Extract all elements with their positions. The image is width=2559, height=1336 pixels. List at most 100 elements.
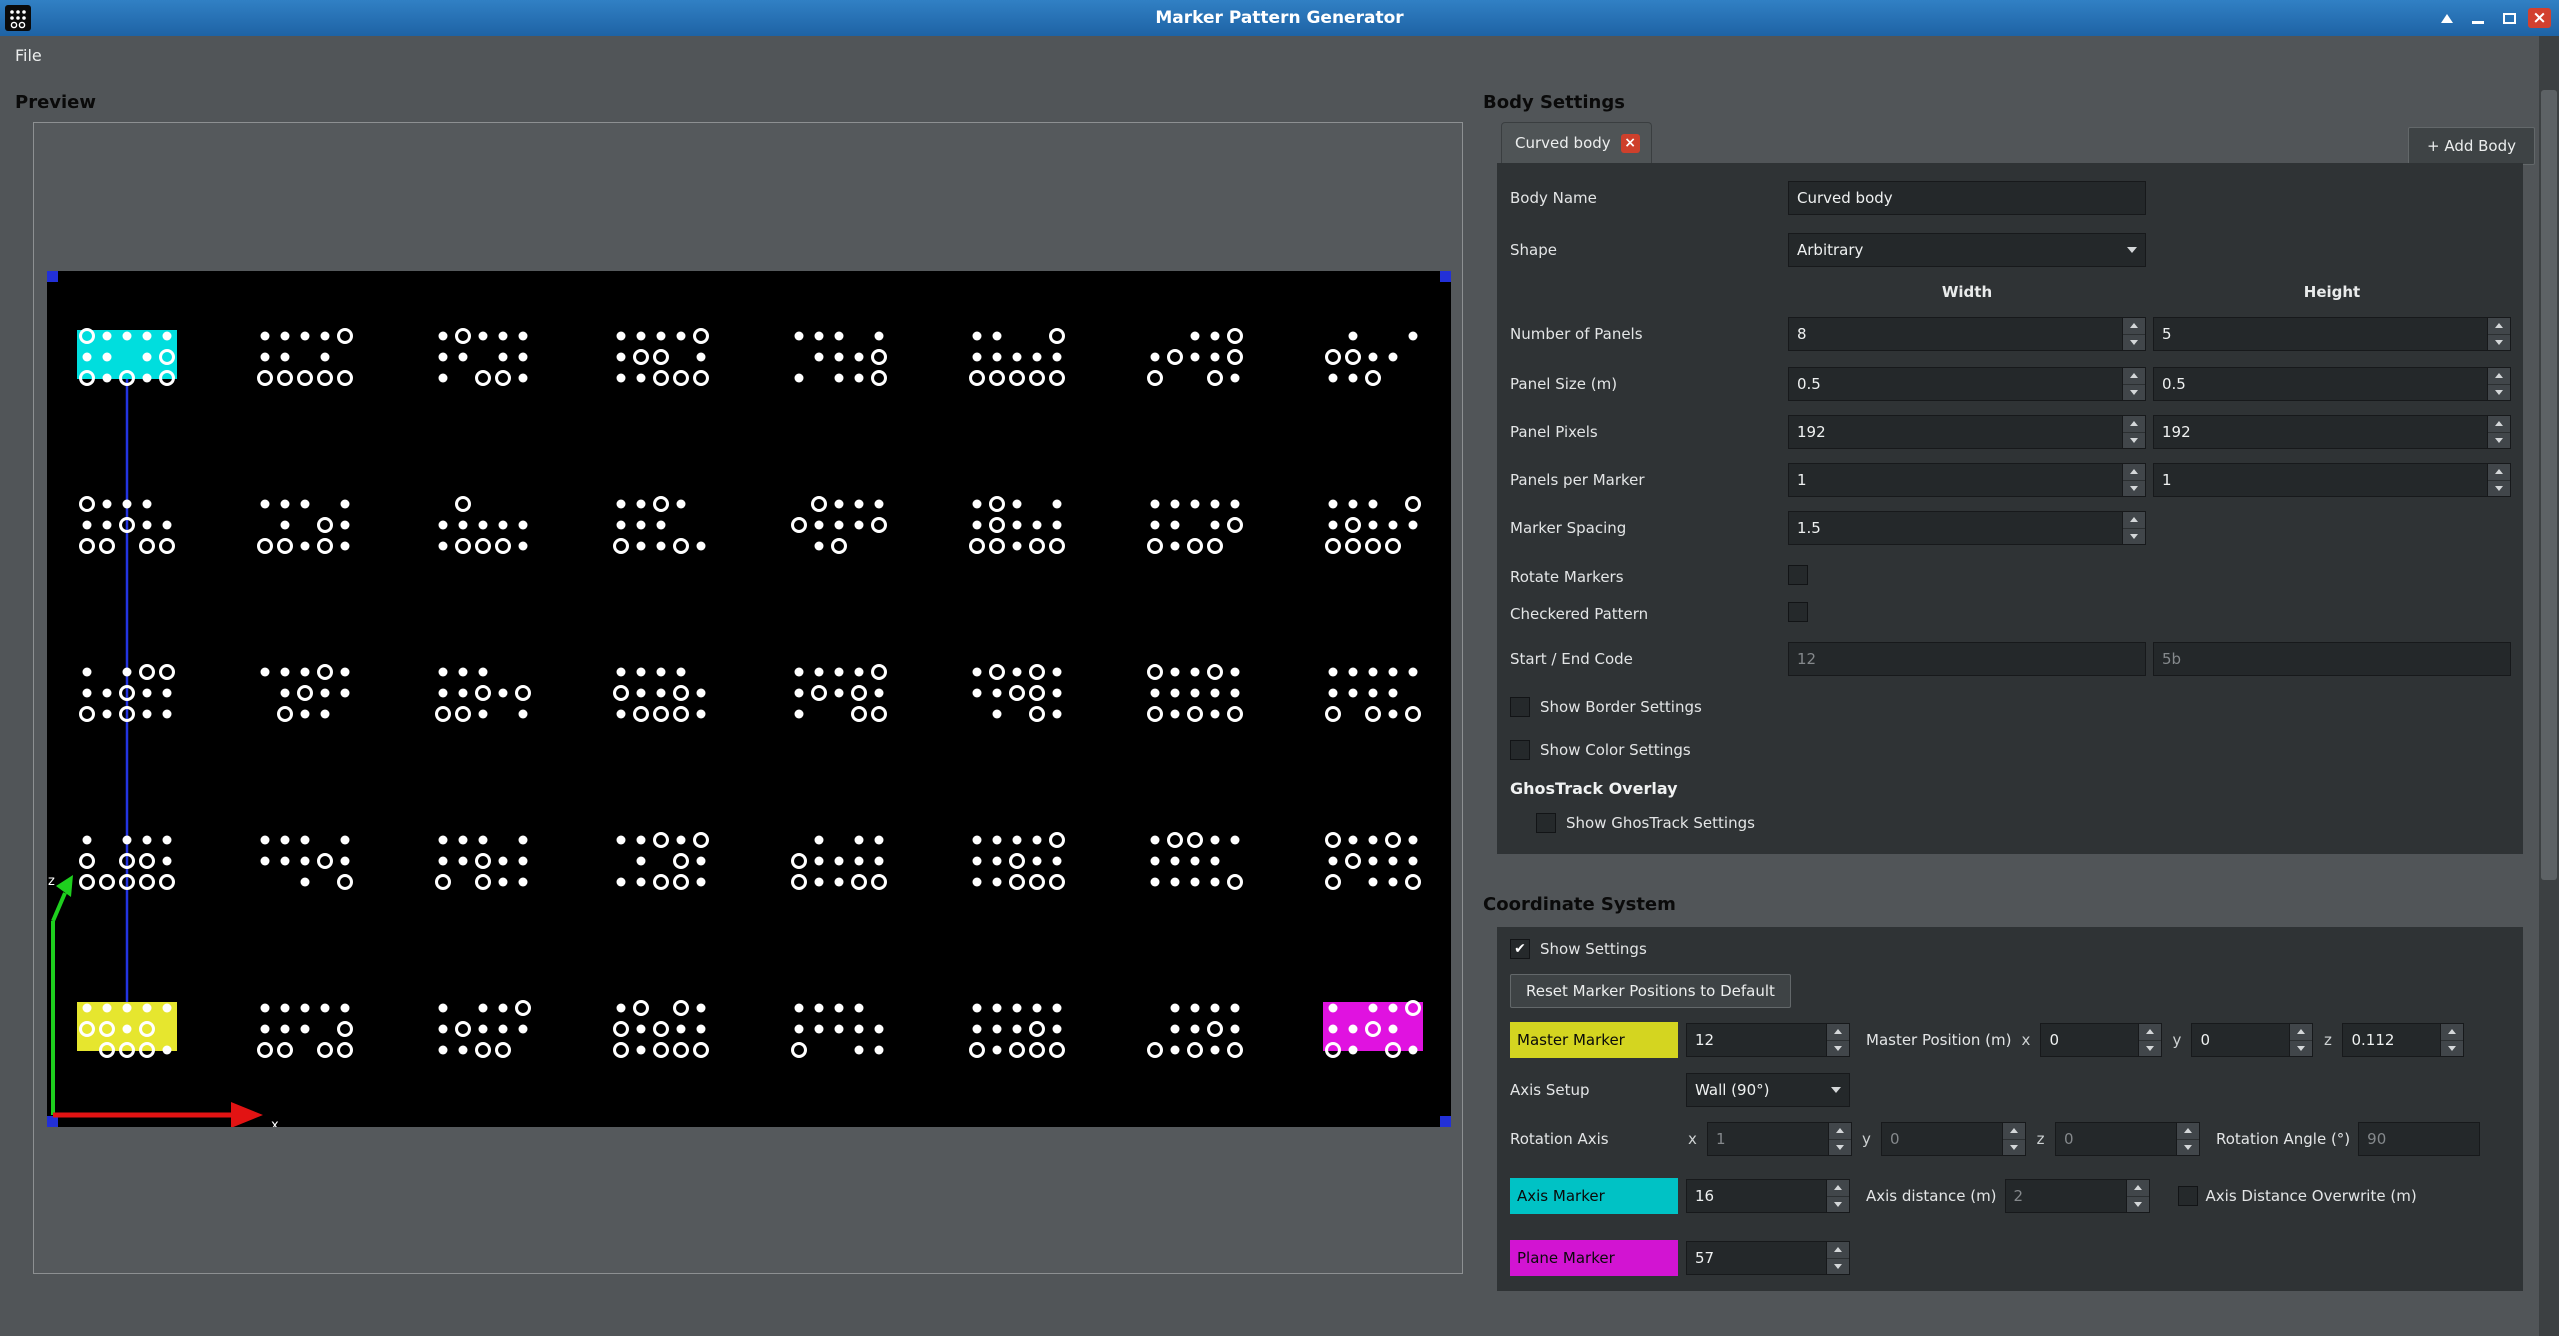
spin-up-icon[interactable] <box>2123 416 2145 433</box>
number-of-panels-height-spinbox[interactable]: 5 <box>2153 317 2511 351</box>
spin-down-icon[interactable] <box>2123 481 2145 497</box>
spin-up-icon[interactable] <box>2488 416 2510 433</box>
spin-buttons[interactable] <box>1828 1123 1851 1155</box>
rotate-markers-checkbox[interactable] <box>1788 565 1808 585</box>
spin-down-icon[interactable] <box>2003 1140 2025 1156</box>
master-position-x-spinbox[interactable]: 0 <box>2040 1023 2162 1057</box>
spin-down-icon[interactable] <box>2177 1140 2199 1156</box>
add-body-button[interactable]: + Add Body <box>2408 127 2535 165</box>
spin-up-icon[interactable] <box>2139 1024 2161 1041</box>
spin-buttons[interactable] <box>2440 1024 2463 1056</box>
minimize-button[interactable] <box>2466 8 2490 29</box>
spin-up-icon[interactable] <box>2123 318 2145 335</box>
spin-up-icon[interactable] <box>2488 464 2510 481</box>
spin-up-icon[interactable] <box>2123 464 2145 481</box>
spin-buttons[interactable] <box>2487 368 2510 400</box>
spin-buttons[interactable] <box>1826 1180 1849 1212</box>
spin-buttons[interactable] <box>2487 318 2510 350</box>
spin-up-icon[interactable] <box>2177 1123 2199 1140</box>
end-code-input[interactable]: 5b <box>2153 642 2511 676</box>
show-settings-checkbox[interactable] <box>1510 939 1530 959</box>
close-button[interactable]: × <box>2528 8 2551 28</box>
spin-down-icon[interactable] <box>2488 385 2510 401</box>
spin-down-icon[interactable] <box>1827 1259 1849 1275</box>
show-border-settings-checkbox[interactable] <box>1510 697 1530 717</box>
spin-buttons[interactable] <box>2122 368 2145 400</box>
plane-marker-spinbox[interactable]: 57 <box>1686 1241 1850 1275</box>
spin-up-icon[interactable] <box>1829 1123 1851 1140</box>
spin-down-icon[interactable] <box>2441 1041 2463 1057</box>
rollup-button[interactable] <box>2435 8 2459 29</box>
reset-marker-positions-button[interactable]: Reset Marker Positions to Default <box>1510 974 1791 1008</box>
tab-close-icon[interactable]: × <box>1621 134 1640 153</box>
vertical-scrollbar[interactable] <box>2539 36 2559 1336</box>
spin-up-icon[interactable] <box>2123 368 2145 385</box>
rotation-axis-y-spinbox[interactable]: 0 <box>1881 1122 2026 1156</box>
tab-curved-body[interactable]: Curved body × <box>1501 122 1652 163</box>
axis-marker-spinbox[interactable]: 16 <box>1686 1179 1850 1213</box>
axis-distance-spinbox[interactable]: 2 <box>2005 1179 2150 1213</box>
spin-up-icon[interactable] <box>1827 1024 1849 1041</box>
spin-buttons[interactable] <box>1826 1242 1849 1274</box>
show-ghostrack-settings-checkbox[interactable] <box>1536 813 1556 833</box>
spin-down-icon[interactable] <box>2290 1041 2312 1057</box>
spin-down-icon[interactable] <box>2139 1041 2161 1057</box>
preview-canvas[interactable]: zx <box>47 271 1451 1127</box>
spin-buttons[interactable] <box>2122 318 2145 350</box>
master-position-z-spinbox[interactable]: 0.112 <box>2342 1023 2464 1057</box>
spin-buttons[interactable] <box>2122 416 2145 448</box>
menu-file[interactable]: File <box>0 36 57 74</box>
spin-down-icon[interactable] <box>2488 433 2510 449</box>
body-name-input[interactable]: Curved body <box>1788 181 2146 215</box>
spin-buttons[interactable] <box>2122 512 2145 544</box>
spin-up-icon[interactable] <box>2127 1180 2149 1197</box>
shape-dropdown[interactable]: Arbitrary <box>1788 233 2146 267</box>
spin-up-icon[interactable] <box>2290 1024 2312 1041</box>
maximize-button[interactable] <box>2497 8 2521 29</box>
spin-buttons[interactable] <box>2487 464 2510 496</box>
spin-buttons[interactable] <box>2487 416 2510 448</box>
axis-distance-overwrite-checkbox[interactable] <box>2178 1186 2198 1206</box>
spin-down-icon[interactable] <box>2123 529 2145 545</box>
spin-down-icon[interactable] <box>1829 1140 1851 1156</box>
spin-buttons[interactable] <box>2138 1024 2161 1056</box>
spin-up-icon[interactable] <box>1827 1180 1849 1197</box>
spin-up-icon[interactable] <box>2441 1024 2463 1041</box>
spin-down-icon[interactable] <box>2488 335 2510 351</box>
rotation-angle-input[interactable]: 90 <box>2358 1122 2480 1156</box>
titlebar[interactable]: Marker Pattern Generator × <box>0 0 2559 36</box>
master-marker-spinbox[interactable]: 12 <box>1686 1023 1850 1057</box>
panel-pixels-height-spinbox[interactable]: 192 <box>2153 415 2511 449</box>
spin-up-icon[interactable] <box>2123 512 2145 529</box>
marker-spacing-spinbox[interactable]: 1.5 <box>1788 511 2146 545</box>
master-position-y-spinbox[interactable]: 0 <box>2191 1023 2313 1057</box>
checkered-pattern-checkbox[interactable] <box>1788 602 1808 622</box>
axis-setup-dropdown[interactable]: Wall (90°) <box>1686 1073 1850 1107</box>
show-color-settings-checkbox[interactable] <box>1510 740 1530 760</box>
spin-down-icon[interactable] <box>2488 481 2510 497</box>
spin-down-icon[interactable] <box>2127 1197 2149 1213</box>
spin-down-icon[interactable] <box>2123 433 2145 449</box>
spin-buttons[interactable] <box>2122 464 2145 496</box>
spin-down-icon[interactable] <box>2123 335 2145 351</box>
scrollbar-thumb[interactable] <box>2541 90 2557 880</box>
rotation-axis-x-spinbox[interactable]: 1 <box>1707 1122 1852 1156</box>
spin-down-icon[interactable] <box>2123 385 2145 401</box>
spin-buttons[interactable] <box>2126 1180 2149 1212</box>
spin-buttons[interactable] <box>1826 1024 1849 1056</box>
spin-up-icon[interactable] <box>2488 318 2510 335</box>
spin-buttons[interactable] <box>2289 1024 2312 1056</box>
panels-per-marker-width-spinbox[interactable]: 1 <box>1788 463 2146 497</box>
panel-size-width-spinbox[interactable]: 0.5 <box>1788 367 2146 401</box>
spin-buttons[interactable] <box>2002 1123 2025 1155</box>
rotation-axis-z-spinbox[interactable]: 0 <box>2055 1122 2200 1156</box>
spin-down-icon[interactable] <box>1827 1041 1849 1057</box>
spin-down-icon[interactable] <box>1827 1197 1849 1213</box>
panels-per-marker-height-spinbox[interactable]: 1 <box>2153 463 2511 497</box>
spin-up-icon[interactable] <box>1827 1242 1849 1259</box>
spin-up-icon[interactable] <box>2003 1123 2025 1140</box>
start-code-input[interactable]: 12 <box>1788 642 2146 676</box>
panel-pixels-width-spinbox[interactable]: 192 <box>1788 415 2146 449</box>
panel-size-height-spinbox[interactable]: 0.5 <box>2153 367 2511 401</box>
spin-up-icon[interactable] <box>2488 368 2510 385</box>
